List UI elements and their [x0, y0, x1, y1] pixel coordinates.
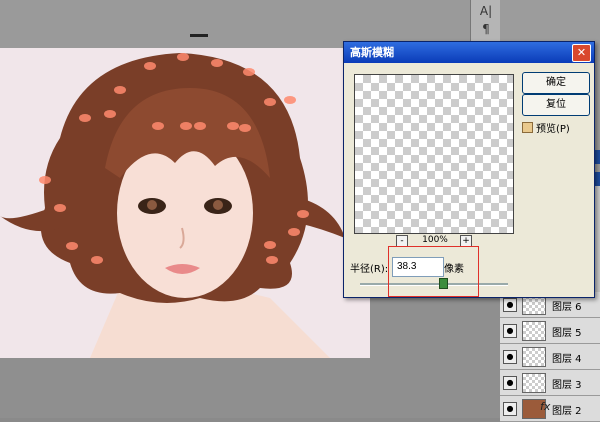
layer-thumbnail [522, 373, 546, 393]
image-canvas[interactable] [0, 48, 370, 358]
layer-name: 图层 3 [552, 380, 582, 391]
eye-icon[interactable]: ● [503, 350, 517, 364]
radius-highlight-box [388, 246, 479, 297]
portrait-artwork [0, 53, 345, 358]
layer-row[interactable]: ● 图层 5 [500, 318, 600, 344]
dialog-titlebar[interactable]: 高斯模糊 ✕ [344, 42, 594, 63]
eye-icon[interactable]: ● [503, 298, 517, 312]
zoom-level: 100% [422, 235, 448, 245]
radius-label: 半径(R): [350, 264, 389, 275]
fx-icon[interactable]: fx [540, 400, 550, 413]
blur-preview[interactable] [354, 74, 514, 234]
close-button[interactable]: ✕ [572, 44, 591, 62]
preview-label: 预览(P) [536, 124, 570, 135]
minimize-dash[interactable] [190, 34, 208, 37]
close-icon: ✕ [576, 46, 587, 59]
eye-icon[interactable]: ● [503, 402, 517, 416]
layer-thumbnail [522, 347, 546, 367]
layer-row[interactable]: ● 图层 4 [500, 344, 600, 370]
layer-name: 图层 5 [552, 328, 582, 339]
character-panel-icon[interactable]: A| [471, 4, 501, 18]
paragraph-panel-icon[interactable]: ¶ [471, 22, 501, 36]
layer-name: 图层 6 [552, 302, 582, 313]
layer-thumbnail [522, 321, 546, 341]
layer-name: 图层 4 [552, 354, 582, 365]
eye-icon[interactable]: ● [503, 324, 517, 338]
ok-button[interactable]: 确定 [522, 72, 590, 94]
preview-checkbox[interactable]: 预览(P) [522, 120, 570, 135]
reset-button[interactable]: 复位 [522, 94, 590, 116]
layer-name: 图层 2 [552, 406, 582, 417]
eye-icon[interactable]: ● [503, 376, 517, 390]
layer-thumbnail [522, 295, 546, 315]
layer-row[interactable]: ● 图层 3 [500, 370, 600, 396]
checkbox-icon[interactable] [522, 122, 533, 133]
dialog-title: 高斯模糊 [350, 46, 394, 59]
